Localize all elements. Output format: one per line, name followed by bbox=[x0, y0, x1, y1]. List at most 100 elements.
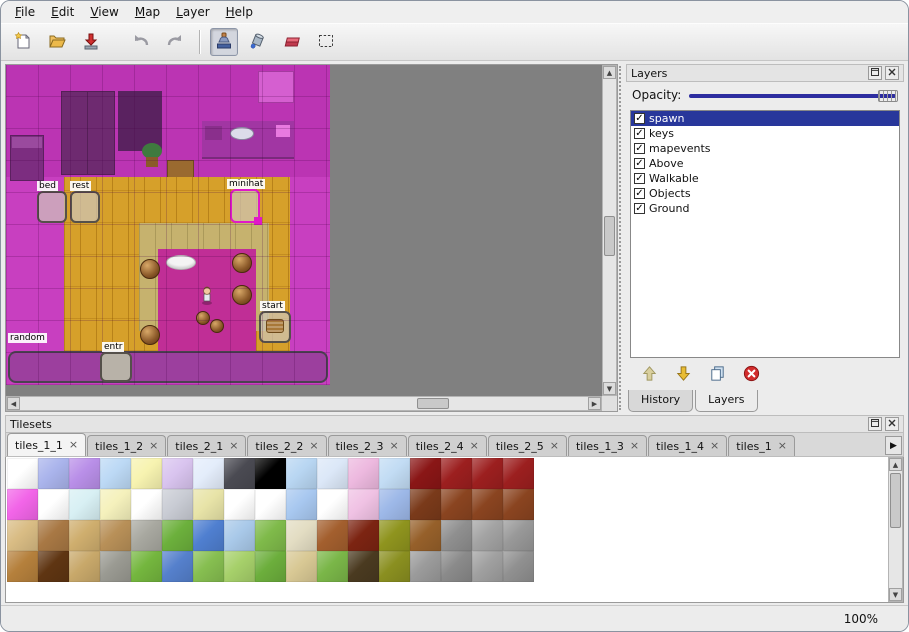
map-vertical-scrollbar[interactable]: ▲ ▼ bbox=[602, 65, 617, 396]
tileset-tile[interactable] bbox=[317, 458, 348, 489]
close-tab-icon[interactable]: × bbox=[630, 441, 639, 451]
tileset-tile[interactable] bbox=[69, 551, 100, 582]
tileset-tile[interactable] bbox=[286, 458, 317, 489]
tileset-tile[interactable] bbox=[100, 458, 131, 489]
tileset-tile[interactable] bbox=[348, 458, 379, 489]
map-object-minihat[interactable] bbox=[230, 189, 260, 223]
tileset-tile[interactable] bbox=[69, 520, 100, 551]
map-object-random[interactable] bbox=[8, 351, 328, 383]
tileset-tile[interactable] bbox=[286, 489, 317, 520]
tileset-tile[interactable] bbox=[379, 551, 410, 582]
tileset-tile[interactable] bbox=[255, 489, 286, 520]
tileset-tab[interactable]: tiles_2_4 × bbox=[408, 435, 487, 456]
tileset-tile[interactable] bbox=[69, 489, 100, 520]
tileset-tile[interactable] bbox=[38, 520, 69, 551]
layer-visibility-checkbox[interactable]: ✓ bbox=[634, 173, 645, 184]
tileset-tile[interactable] bbox=[503, 551, 534, 582]
tilesets-panel-titlebar[interactable]: Tilesets bbox=[5, 415, 904, 433]
close-tab-icon[interactable]: × bbox=[389, 441, 398, 451]
layer-visibility-checkbox[interactable]: ✓ bbox=[634, 113, 645, 124]
tileset-tile[interactable] bbox=[410, 458, 441, 489]
tab-layers[interactable]: Layers bbox=[695, 390, 757, 412]
layer-visibility-checkbox[interactable]: ✓ bbox=[634, 128, 645, 139]
tileset-tile[interactable] bbox=[131, 458, 162, 489]
tileset-tile[interactable] bbox=[193, 489, 224, 520]
close-panel-button[interactable] bbox=[885, 66, 899, 80]
layer-row[interactable]: ✓ Objects bbox=[631, 186, 899, 201]
tileset-tile[interactable] bbox=[503, 458, 534, 489]
map-object-entr[interactable] bbox=[100, 352, 132, 382]
layer-row[interactable]: ✓ keys bbox=[631, 126, 899, 141]
map-object-start[interactable] bbox=[259, 311, 291, 343]
opacity-slider-track[interactable] bbox=[689, 94, 896, 98]
menu-view[interactable]: View bbox=[82, 3, 126, 21]
tileset-tile[interactable] bbox=[7, 520, 38, 551]
tileset-tile[interactable] bbox=[472, 520, 503, 551]
scroll-down-icon[interactable]: ▼ bbox=[603, 382, 616, 395]
tileset-tile[interactable] bbox=[162, 458, 193, 489]
tileset-vertical-scrollbar[interactable]: ▲ ▼ bbox=[888, 457, 903, 602]
tab-history[interactable]: History bbox=[628, 390, 693, 412]
tileset-tile[interactable] bbox=[286, 520, 317, 551]
scroll-left-icon[interactable]: ◀ bbox=[7, 397, 20, 410]
tileset-tile[interactable] bbox=[348, 489, 379, 520]
tileset-tile[interactable] bbox=[100, 551, 131, 582]
map-hscroll-thumb[interactable] bbox=[417, 398, 449, 409]
tileset-tab[interactable]: tiles_2_3 × bbox=[328, 435, 407, 456]
tileset-tile[interactable] bbox=[441, 551, 472, 582]
stamp-brush-button[interactable] bbox=[210, 28, 238, 56]
close-tab-icon[interactable]: × bbox=[710, 441, 719, 451]
menu-help[interactable]: Help bbox=[218, 3, 261, 21]
tileset-tile[interactable] bbox=[410, 489, 441, 520]
layer-visibility-checkbox[interactable]: ✓ bbox=[634, 143, 645, 154]
close-tab-icon[interactable]: × bbox=[309, 441, 318, 451]
tileset-tile[interactable] bbox=[131, 520, 162, 551]
save-button[interactable] bbox=[77, 28, 105, 56]
close-tab-icon[interactable]: × bbox=[69, 440, 78, 450]
lower-layer-button[interactable] bbox=[670, 363, 696, 387]
tileset-tile[interactable] bbox=[69, 458, 100, 489]
tileset-vscroll-thumb[interactable] bbox=[890, 473, 901, 528]
tileset-tile[interactable] bbox=[348, 551, 379, 582]
bucket-fill-button[interactable] bbox=[244, 28, 272, 56]
tileset-tile[interactable] bbox=[162, 489, 193, 520]
tileset-tile[interactable] bbox=[255, 551, 286, 582]
menu-map[interactable]: Map bbox=[127, 3, 168, 21]
dock-resize-handle[interactable] bbox=[619, 66, 625, 410]
layer-row[interactable]: ✓ Above bbox=[631, 156, 899, 171]
tileset-tab[interactable]: tiles_1_2 × bbox=[87, 435, 166, 456]
map-view[interactable]: bed rest minihat start random entr bbox=[5, 64, 618, 412]
redo-button[interactable] bbox=[161, 28, 189, 56]
layer-row[interactable]: ✓ Walkable bbox=[631, 171, 899, 186]
scroll-up-icon[interactable]: ▲ bbox=[603, 66, 616, 79]
tileset-tile[interactable] bbox=[193, 520, 224, 551]
tileset-tile[interactable] bbox=[224, 551, 255, 582]
tileset-tab[interactable]: tiles_2_2 × bbox=[247, 435, 326, 456]
close-tab-icon[interactable]: × bbox=[550, 441, 559, 451]
layer-row[interactable]: ✓ spawn bbox=[631, 111, 899, 126]
map-object-rest[interactable] bbox=[70, 191, 100, 223]
tileset-tile[interactable] bbox=[100, 520, 131, 551]
tileset-tile[interactable] bbox=[224, 520, 255, 551]
tileset-view[interactable]: ▲ ▼ bbox=[5, 457, 904, 603]
menu-edit[interactable]: Edit bbox=[43, 3, 82, 21]
map-canvas[interactable]: bed rest minihat start random entr bbox=[6, 65, 330, 385]
menu-file[interactable]: File bbox=[7, 3, 43, 21]
scroll-right-icon[interactable]: ▶ bbox=[588, 397, 601, 410]
tileset-tab[interactable]: tiles_1_3 × bbox=[568, 435, 647, 456]
close-tab-icon[interactable]: × bbox=[229, 441, 238, 451]
tileset-tile[interactable] bbox=[131, 489, 162, 520]
tileset-tab[interactable]: tiles_2_5 × bbox=[488, 435, 567, 456]
layer-row[interactable]: ✓ mapevents bbox=[631, 141, 899, 156]
menu-layer[interactable]: Layer bbox=[168, 3, 217, 21]
tileset-tile[interactable] bbox=[441, 489, 472, 520]
tileset-tile[interactable] bbox=[348, 520, 379, 551]
delete-layer-button[interactable] bbox=[738, 363, 764, 387]
map-object-bed[interactable] bbox=[37, 191, 67, 223]
opacity-slider[interactable] bbox=[689, 88, 898, 102]
tileset-tile[interactable] bbox=[162, 520, 193, 551]
tileset-tile[interactable] bbox=[38, 551, 69, 582]
close-panel-button[interactable] bbox=[885, 417, 899, 431]
tab-scroll-right-button[interactable]: ▶ bbox=[885, 436, 902, 455]
tileset-tile[interactable] bbox=[317, 489, 348, 520]
